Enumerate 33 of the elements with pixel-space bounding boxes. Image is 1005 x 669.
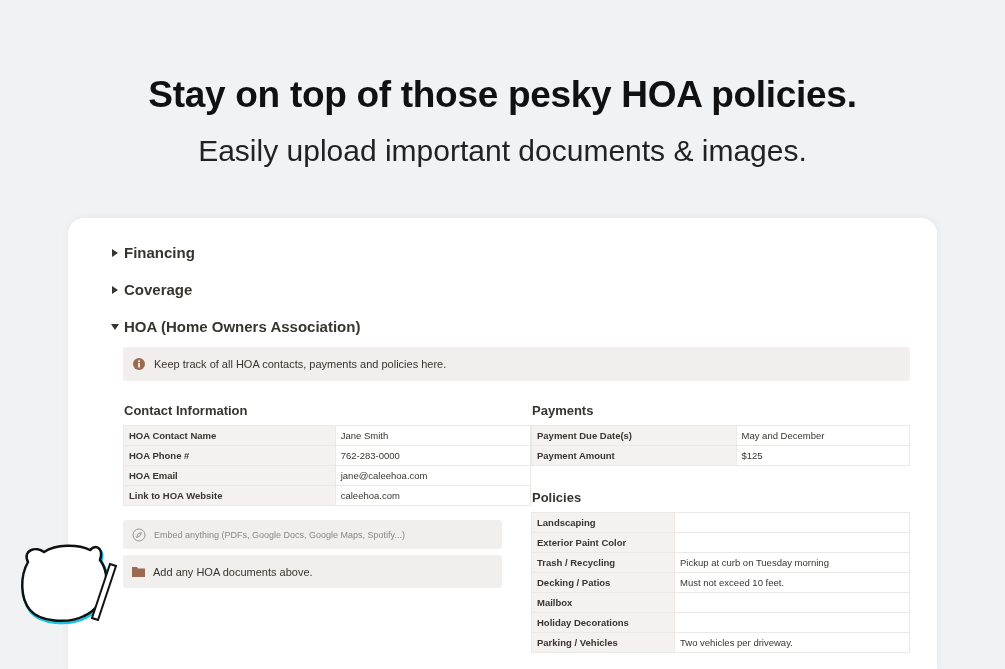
headline: Stay on top of those pesky HOA policies. [148,74,857,116]
table-header-cell: Parking / Vehicles [531,632,675,653]
table-header-cell: Mailbox [531,592,675,613]
table-header-cell: HOA Email [123,465,336,486]
section-heading: Payments [532,403,595,418]
toggle-triangle-icon[interactable] [111,285,119,294]
table-header-cell: HOA Contact Name [123,425,336,446]
table-cell: May and December [736,425,910,446]
callout-text: Keep track of all HOA contacts, payments and policies here. [154,358,447,370]
table-header-cell: Payment Amount [531,445,736,466]
table-header-cell: Landscaping [531,512,675,533]
table-header-cell: HOA Phone # [123,445,336,466]
compass-icon [132,527,146,542]
table-cell: Jane Smith [335,425,531,446]
toggle-triangle-icon[interactable] [111,322,119,331]
toggle-heading: Financing [124,244,195,261]
subheadline: Easily upload important documents & images. [198,134,807,168]
table-header-cell: Link to HOA Website [123,485,336,506]
section-heading: Policies [532,490,583,505]
info-icon [133,358,145,370]
embed-placeholder: Embed anything (PDFs, Google Docs, Google Maps, Spotify...) [154,529,405,540]
table-header-cell: Exterior Paint Color [531,532,675,553]
table-header-cell: Holiday Decorations [531,612,675,633]
table-header-cell: Trash / Recycling [531,552,675,573]
embed-block[interactable]: Embed anything (PDFs, Google Docs, Google Maps, Spotify...) [123,520,502,549]
toggle-triangle-icon[interactable] [111,248,119,257]
table-header-cell: Payment Due Date(s) [531,425,736,446]
table-header-cell: Decking / Patios [531,572,675,593]
folder-icon [132,566,145,577]
section-heading: Contact Information [124,403,249,418]
toggle-heading: HOA (Home Owners Association) [124,318,361,335]
toggle-heading: Coverage [124,281,193,298]
documents-text: Add any HOA documents above. [153,565,313,578]
